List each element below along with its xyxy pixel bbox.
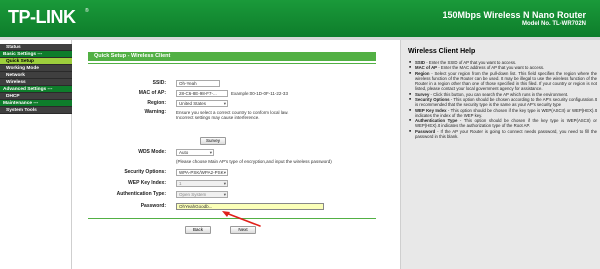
authentication-type-label: Authentication Type: — [116, 191, 166, 197]
product-title: 150Mbps Wireless N Nano Router — [442, 10, 586, 20]
product-model: Model No. TL-WR702N — [522, 21, 586, 27]
help-list: SSID - Enter the SSID of AP that you wan… — [409, 60, 597, 140]
authentication-type-select[interactable]: Open System — [176, 191, 228, 198]
mac-example: Example:00-1D-0F-11-22-33 — [231, 91, 288, 96]
password-label: Password: — [140, 203, 166, 209]
help-item-wep-key-index: WEP Key Index - This option should be ch… — [409, 108, 597, 118]
region-select[interactable]: United States — [176, 100, 228, 107]
registered-mark: ® — [85, 8, 89, 14]
sidebar-group-advanced-settings[interactable]: Advanced Settings --- — [0, 86, 72, 93]
help-title: Wireless Client Help — [408, 48, 476, 55]
panel-divider-top — [88, 63, 376, 64]
sidebar-item-status[interactable]: Status — [0, 44, 72, 51]
wep-key-index-label: WEP Key Index: — [128, 180, 166, 186]
warning-label: Warning: — [144, 109, 166, 115]
wds-mode-label: WDS Mode: — [138, 149, 166, 155]
mac-input[interactable]: 28-C6-8E-98-F7-... — [176, 90, 228, 97]
help-item-survey: Survey - Click this button, you can sear… — [409, 92, 597, 97]
sidebar-group-basic-settings[interactable]: Basic Settings --- — [0, 51, 72, 58]
sidebar-group-maintenance[interactable]: Maintenance --- — [0, 100, 72, 107]
sidebar-item-quick-setup[interactable]: Quick Setup — [0, 58, 72, 65]
tp-link-logo: TP-LINK — [8, 7, 76, 27]
help-item-mac: MAC of AP - Enter the MAC address of AP … — [409, 65, 597, 70]
wep-key-index-select[interactable]: 1 — [176, 180, 228, 187]
sidebar-item-network[interactable]: Network — [0, 72, 72, 79]
sidebar-nav: Status Basic Settings --- Quick Setup Wo… — [0, 40, 72, 269]
annotation-arrow-icon — [222, 211, 261, 227]
header-bar: TP-LINK ® 150Mbps Wireless N Nano Router… — [0, 0, 600, 37]
help-item-password: Password - If the AP your Router is goin… — [409, 129, 597, 139]
sidebar-item-wireless[interactable]: Wireless — [0, 79, 72, 86]
sidebar-item-working-mode[interactable]: Working Mode — [0, 65, 72, 72]
sidebar-item-system-tools[interactable]: System Tools — [0, 107, 72, 114]
help-item-ssid: SSID - Enter the SSID of AP that you wan… — [409, 60, 597, 65]
survey-button[interactable]: Survey — [200, 137, 226, 145]
wds-mode-select[interactable]: Auto — [176, 149, 214, 156]
panel-title: Quick Setup - Wireless Client — [88, 52, 376, 61]
help-item-security: Security Options - This option should be… — [409, 97, 597, 107]
region-label: Region: — [147, 100, 166, 106]
security-options-select[interactable]: WPA-PSK/WPA2-PSK — [176, 169, 228, 176]
encryption-note: (Please choose Main AP's type of encrypt… — [176, 159, 332, 164]
mac-label: MAC of AP: — [138, 90, 166, 96]
security-options-label: Security Options: — [124, 169, 166, 175]
back-button[interactable]: Back — [185, 226, 211, 234]
ssid-input[interactable]: Oh-Yeah — [176, 80, 220, 87]
warning-line-2: Incorrect settings may cause interferenc… — [176, 115, 260, 120]
help-item-authentication: Authentication Type - This option should… — [409, 118, 597, 128]
ssid-label: SSID: — [152, 80, 166, 86]
help-item-region: Region - Select your region from the pul… — [409, 71, 597, 91]
sidebar-item-dhcp[interactable]: DHCP — [0, 93, 72, 100]
help-panel: Wireless Client Help SSID - Enter the SS… — [400, 40, 600, 269]
